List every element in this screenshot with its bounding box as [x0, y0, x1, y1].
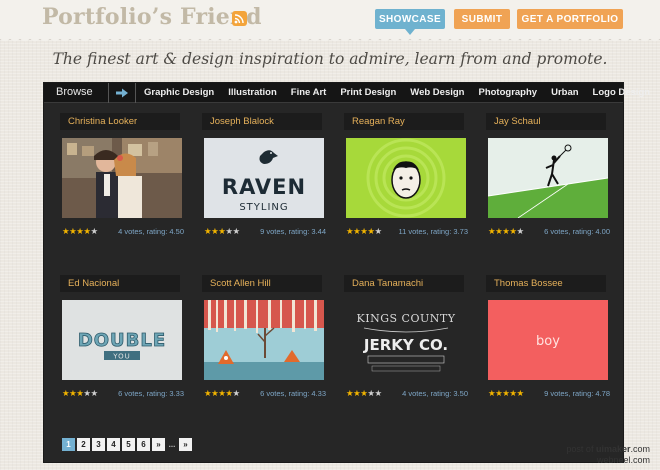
rating-row: ★★★★★ 4 votes, rating: 3.50 — [346, 388, 468, 400]
artist-name[interactable]: Thomas Bossee — [486, 275, 606, 292]
rating-row: ★★★★★ 6 votes, rating: 4.00 — [488, 226, 610, 238]
star-rating[interactable]: ★★★★★ — [62, 226, 98, 237]
last-page-button[interactable]: » — [179, 438, 192, 451]
site-tagline: The finest art & design inspiration to a… — [52, 50, 608, 68]
watermark-brand: uimaker — [595, 444, 631, 454]
browse-arrow-button[interactable] — [108, 83, 136, 103]
star-rating[interactable]: ★★★★★ — [204, 226, 240, 237]
portfolio-thumbnail[interactable]: DOUBLE YOU — [62, 300, 182, 380]
votes-rating-text: 4 votes, rating: 4.50 — [118, 227, 184, 236]
watermark-suffix: .com — [630, 444, 650, 454]
portfolio-card[interactable]: Christina Looker ★★★★★ 4 votes, rating: … — [60, 113, 186, 243]
votes-rating-text: 6 votes, rating: 4.33 — [260, 389, 326, 398]
star-rating[interactable]: ★★★★★ — [488, 226, 524, 237]
rss-icon[interactable] — [232, 11, 247, 26]
watermark-prefix: post of — [566, 444, 596, 454]
portfolio-thumbnail[interactable]: RAVEN STYLING — [204, 138, 324, 218]
star-rating[interactable]: ★★★★★ — [346, 388, 382, 399]
category-graphic-design[interactable]: Graphic Design — [144, 87, 214, 98]
page-4[interactable]: 4 — [107, 438, 120, 451]
votes-rating-text: 9 votes, rating: 3.44 — [260, 227, 326, 236]
category-web-design[interactable]: Web Design — [410, 87, 464, 98]
votes-rating-text: 4 votes, rating: 3.50 — [402, 389, 468, 398]
arrow-right-icon — [116, 88, 128, 98]
double-wordmark: DOUBLE — [78, 330, 166, 351]
artist-name[interactable]: Dana Tanamachi — [344, 275, 464, 292]
pagination: 1 2 3 4 5 6 » ... » — [62, 438, 192, 451]
browse-bar: Browse Graphic Design Illustration Fine … — [44, 83, 650, 103]
pagination-ellipsis: ... — [168, 440, 176, 449]
page-5[interactable]: 5 — [122, 438, 135, 451]
portfolio-card[interactable]: Reagan Ray ★★★★★ 11 votes, rating: 3.73 — [344, 113, 470, 243]
category-illustration[interactable]: Illustration — [228, 87, 277, 98]
jerky-co-wordmark: JERKY CO. — [363, 336, 448, 354]
portfolio-card[interactable]: Jay Schaul ★★★★★ 6 votes, rating: 4.00 — [486, 113, 612, 243]
category-urban[interactable]: Urban — [551, 87, 578, 98]
styling-wordmark: STYLING — [239, 202, 288, 213]
portfolio-thumbnail[interactable] — [488, 138, 608, 218]
artist-name[interactable]: Joseph Blalock — [202, 113, 322, 130]
category-fine-art[interactable]: Fine Art — [291, 87, 327, 98]
portfolio-card[interactable]: Scott Allen Hill ★★★★★ 6 votes, rating: … — [202, 275, 328, 405]
page-2[interactable]: 2 — [77, 438, 90, 451]
votes-rating-text: 6 votes, rating: 4.00 — [544, 227, 610, 236]
artist-name[interactable]: Christina Looker — [60, 113, 180, 130]
category-nav: Graphic Design Illustration Fine Art Pri… — [144, 87, 660, 98]
portfolio-thumbnail[interactable] — [204, 300, 324, 380]
next-page-button[interactable]: » — [152, 438, 165, 451]
you-wordmark: YOU — [112, 353, 131, 361]
gallery-panel: Browse Graphic Design Illustration Fine … — [43, 82, 650, 463]
rating-row: ★★★★★ 9 votes, rating: 4.78 — [488, 388, 610, 400]
portfolio-thumbnail[interactable]: boy — [488, 300, 608, 380]
rating-row: ★★★★★ 9 votes, rating: 3.44 — [204, 226, 326, 238]
star-rating[interactable]: ★★★★★ — [204, 388, 240, 399]
votes-rating-text: 9 votes, rating: 4.78 — [544, 389, 610, 398]
portfolio-thumbnail[interactable] — [346, 138, 466, 218]
site-header: Portfolio’s Friend SHOWCASE SUBMIT GET A… — [0, 0, 660, 44]
portfolio-thumbnail[interactable]: KINGS COUNTY JERKY CO. — [346, 300, 466, 380]
kings-county-text: KINGS COUNTY — [357, 312, 456, 325]
rating-row: ★★★★★ 6 votes, rating: 3.33 — [62, 388, 184, 400]
browse-label: Browse — [56, 86, 93, 98]
submit-button[interactable]: SUBMIT — [454, 9, 510, 29]
artist-name[interactable]: Scott Allen Hill — [202, 275, 322, 292]
votes-rating-text: 11 votes, rating: 3.73 — [398, 227, 469, 236]
showcase-button[interactable]: SHOWCASE — [375, 9, 445, 35]
star-rating[interactable]: ★★★★★ — [488, 388, 524, 399]
category-photography[interactable]: Photography — [478, 87, 537, 98]
watermark: post of uimaker.com webneel.com — [566, 444, 650, 466]
page-3[interactable]: 3 — [92, 438, 105, 451]
portfolio-card[interactable]: Ed Nacional DOUBLE YOU ★★★★★ 6 votes, ra… — [60, 275, 186, 405]
rating-row: ★★★★★ 11 votes, rating: 3.73 — [346, 226, 468, 238]
star-rating[interactable]: ★★★★★ — [346, 226, 382, 237]
boy-wordmark: boy — [536, 334, 560, 349]
portfolio-thumbnail[interactable] — [62, 138, 182, 218]
raven-wordmark: RAVEN — [222, 175, 306, 199]
page-6[interactable]: 6 — [137, 438, 150, 451]
votes-rating-text: 6 votes, rating: 3.33 — [118, 389, 184, 398]
category-logo-design[interactable]: Logo Design — [593, 87, 651, 98]
category-print-design[interactable]: Print Design — [340, 87, 396, 98]
artist-name[interactable]: Jay Schaul — [486, 113, 606, 130]
artist-name[interactable]: Ed Nacional — [60, 275, 180, 292]
rating-row: ★★★★★ 6 votes, rating: 4.33 — [204, 388, 326, 400]
get-a-portfolio-button[interactable]: GET A PORTFOLIO — [517, 9, 623, 29]
portfolio-card[interactable]: Dana Tanamachi KINGS COUNTY JERKY CO. ★★… — [344, 275, 470, 405]
watermark-line2: webneel.com — [596, 455, 650, 465]
site-logo[interactable]: Portfolio’s Friend — [42, 4, 262, 30]
page-1[interactable]: 1 — [62, 438, 75, 451]
rating-row: ★★★★★ 4 votes, rating: 4.50 — [62, 226, 184, 238]
artist-name[interactable]: Reagan Ray — [344, 113, 464, 130]
portfolio-card[interactable]: Thomas Bossee boy ★★★★★ 9 votes, rating:… — [486, 275, 612, 405]
star-rating[interactable]: ★★★★★ — [62, 388, 98, 399]
portfolio-card[interactable]: Joseph Blalock RAVEN STYLING ★★★★★ 9 vot… — [202, 113, 328, 243]
